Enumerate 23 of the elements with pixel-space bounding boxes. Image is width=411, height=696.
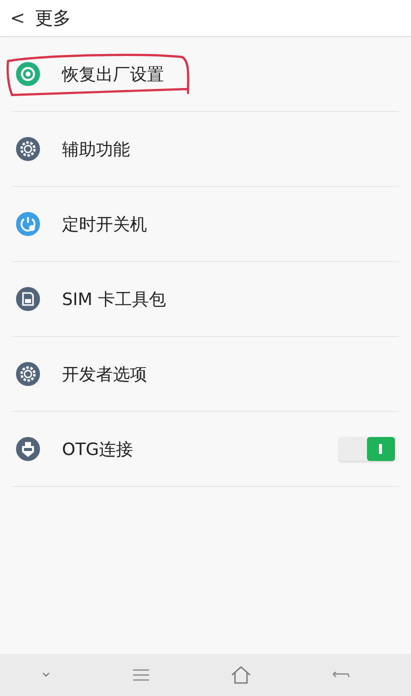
settings-item[interactable]: 开发者选项 [12, 337, 399, 412]
back-button[interactable]: < [10, 8, 26, 28]
gear-icon [16, 362, 40, 386]
target-icon [16, 62, 40, 86]
settings-item[interactable]: 辅助功能 [12, 112, 399, 187]
home-icon[interactable] [230, 665, 252, 685]
item-label: 开发者选项 [62, 364, 147, 386]
item-label: 辅助功能 [62, 138, 130, 160]
page-title: 更多 [35, 7, 72, 30]
usb-icon [16, 437, 40, 461]
settings-item[interactable]: OTG连接 [12, 412, 399, 487]
item-label: 恢复出厂设置 [62, 64, 164, 86]
settings-item[interactable]: 恢复出厂设置 [12, 37, 399, 112]
item-label: OTG连接 [62, 438, 133, 460]
settings-item[interactable]: 定时开关机 [12, 187, 399, 262]
settings-item[interactable]: SIM 卡工具包 [12, 262, 399, 337]
power-clock-icon [16, 212, 40, 236]
gear-icon [16, 137, 40, 161]
toggle-switch[interactable] [339, 437, 395, 461]
item-label: 定时开关机 [62, 214, 147, 236]
menu-icon[interactable] [131, 668, 152, 682]
sim-card-icon [16, 287, 40, 311]
item-label: SIM 卡工具包 [62, 288, 166, 310]
